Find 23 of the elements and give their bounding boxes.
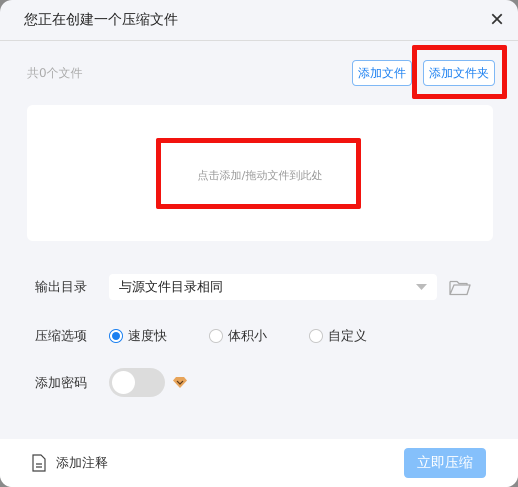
caret-icon: [416, 284, 427, 290]
radio-button[interactable]: [209, 329, 223, 343]
radio-button[interactable]: [309, 329, 323, 343]
add-comment-button[interactable]: 添加注释: [32, 454, 108, 472]
window-title: 您正在创建一个压缩文件: [24, 11, 178, 29]
output-select[interactable]: 与源文件目录相同: [109, 274, 437, 300]
password-label: 添加密码: [35, 374, 88, 392]
document-icon: [32, 454, 46, 472]
comment-label: 添加注释: [56, 455, 108, 472]
password-toggle[interactable]: [109, 368, 165, 397]
output-label: 输出目录: [35, 279, 88, 296]
add-button[interactable]: 添加文件: [352, 60, 412, 86]
file-count: 共0个文件: [27, 64, 84, 82]
close-button[interactable]: ×: [490, 8, 504, 32]
radio-button[interactable]: [109, 329, 123, 343]
radio-option[interactable]: 自定义: [309, 327, 367, 345]
radio-option[interactable]: 体积小: [209, 327, 267, 345]
folder-icon[interactable]: [449, 278, 471, 296]
compression-label: 压缩选项: [35, 328, 88, 345]
drop-hint: 点击添加/拖动文件到此处: [198, 168, 322, 182]
add-button[interactable]: 添加文件夹: [423, 60, 495, 86]
diamond-icon: [173, 377, 187, 388]
radio-option[interactable]: 速度快: [109, 327, 167, 345]
